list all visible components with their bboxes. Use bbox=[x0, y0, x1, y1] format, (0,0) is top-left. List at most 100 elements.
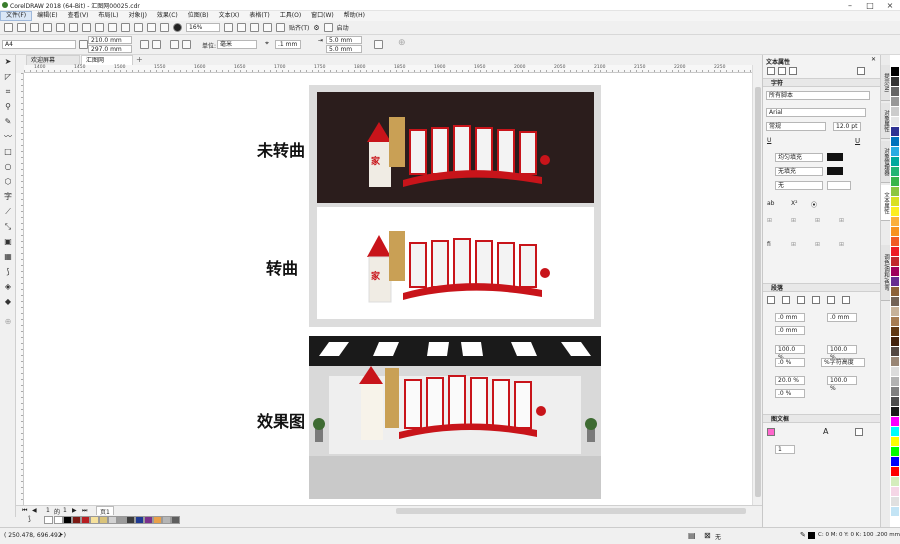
undo-icon[interactable] bbox=[95, 23, 104, 32]
palette-swatch[interactable] bbox=[108, 516, 117, 524]
color-swatch[interactable] bbox=[891, 427, 899, 437]
color-swatch[interactable] bbox=[891, 497, 899, 507]
export-icon[interactable] bbox=[147, 23, 156, 32]
color-swatch[interactable] bbox=[891, 137, 899, 147]
vertical-ruler[interactable] bbox=[16, 73, 24, 505]
rectangle-tool-icon[interactable]: □ bbox=[3, 147, 13, 157]
palette-swatch[interactable] bbox=[117, 516, 126, 524]
page-width-field[interactable]: 210.0 mm bbox=[88, 36, 132, 44]
color-swatch[interactable] bbox=[891, 127, 899, 137]
fill-type-select[interactable]: 均匀填充 bbox=[775, 153, 823, 162]
align-right-icon[interactable] bbox=[812, 296, 820, 304]
tab-document[interactable]: 汇图网00025.cdr bbox=[81, 55, 133, 74]
close-icon[interactable]: × bbox=[880, 0, 900, 11]
color-swatch[interactable] bbox=[891, 167, 899, 177]
color-swatch[interactable] bbox=[891, 417, 899, 427]
underline-icon[interactable]: U bbox=[767, 137, 771, 144]
color-swatch[interactable] bbox=[891, 307, 899, 317]
first-line-indent-field[interactable]: .0 mm bbox=[775, 313, 805, 322]
space-after-field[interactable]: .0 % bbox=[775, 358, 805, 367]
palette-swatch[interactable] bbox=[63, 516, 72, 524]
menu-tools[interactable]: 工具(O) bbox=[275, 11, 306, 21]
treat-as-filled-icon[interactable] bbox=[374, 40, 383, 49]
color-swatch[interactable] bbox=[891, 487, 899, 497]
frame-columns-field[interactable]: 1 bbox=[775, 445, 795, 454]
all-pages-icon[interactable] bbox=[170, 40, 179, 49]
color-swatch[interactable] bbox=[891, 407, 899, 417]
frame-size-icon[interactable] bbox=[855, 428, 863, 436]
menu-help[interactable]: 帮助(H) bbox=[339, 11, 370, 21]
open-icon[interactable] bbox=[17, 23, 26, 32]
artwork-dark-panel[interactable]: 家 bbox=[317, 92, 594, 203]
docker-settings-icon[interactable] bbox=[857, 67, 865, 75]
frame-tab-icon[interactable] bbox=[789, 67, 797, 75]
search-content-icon[interactable] bbox=[121, 23, 130, 32]
space-before-field[interactable]: 100.0 % bbox=[775, 345, 805, 361]
pick-tool-icon[interactable]: ➤ bbox=[3, 57, 13, 67]
color-swatch[interactable] bbox=[891, 197, 899, 207]
underline-style-icon[interactable]: U bbox=[855, 137, 860, 145]
menu-edit[interactable]: 编辑(E) bbox=[32, 11, 62, 21]
horizontal-ruler[interactable]: 1400 1450 1500 1550 1600 1650 1700 1750 … bbox=[24, 65, 752, 73]
last-page-icon[interactable]: ⏭ bbox=[82, 507, 87, 515]
rulers-icon[interactable] bbox=[237, 23, 246, 32]
bg-fill-select[interactable]: 无填充 bbox=[775, 167, 823, 176]
eyedropper-icon[interactable]: ⟆ bbox=[3, 267, 13, 277]
color-swatch[interactable] bbox=[891, 357, 899, 367]
minimize-icon[interactable]: – bbox=[840, 0, 860, 11]
font-style-select[interactable]: 常规 bbox=[766, 122, 826, 131]
artwork-white-panel[interactable]: 家 bbox=[317, 207, 594, 319]
options-gear-icon[interactable]: ⚙ bbox=[313, 24, 319, 32]
opentype-feature-icon[interactable]: ⊞ bbox=[815, 241, 820, 248]
landscape-icon[interactable] bbox=[152, 40, 161, 49]
color-swatch[interactable] bbox=[891, 157, 899, 167]
color-swatch[interactable] bbox=[891, 207, 899, 217]
guidelines-icon[interactable] bbox=[263, 23, 272, 32]
character-section-header[interactable]: 字符 bbox=[763, 78, 881, 87]
redo-icon[interactable] bbox=[108, 23, 117, 32]
palette-swatch[interactable] bbox=[171, 516, 180, 524]
tab-welcome[interactable]: 欢迎屏幕 bbox=[26, 55, 80, 65]
fraction-icon[interactable]: fi bbox=[767, 241, 771, 248]
font-size-field[interactable]: 12.0 pt bbox=[833, 122, 861, 131]
color-swatch[interactable] bbox=[891, 457, 899, 467]
menu-window[interactable]: 窗口(W) bbox=[306, 11, 339, 21]
text-fill-swatch[interactable] bbox=[827, 153, 843, 161]
superscript-icon[interactable]: X² bbox=[791, 200, 798, 207]
copy-icon[interactable] bbox=[69, 23, 78, 32]
maximize-icon[interactable]: □ bbox=[860, 0, 880, 11]
launch-icon[interactable] bbox=[323, 23, 333, 32]
menu-text[interactable]: 文本(X) bbox=[214, 11, 245, 21]
page-height-field[interactable]: 297.0 mm bbox=[88, 45, 132, 53]
polygon-tool-icon[interactable]: ⬡ bbox=[3, 177, 13, 187]
artwork-frame[interactable]: 家 家 bbox=[309, 85, 601, 327]
parallel-dimension-icon[interactable]: ⟋ bbox=[3, 207, 13, 217]
effect-render-image[interactable] bbox=[309, 336, 601, 499]
launch-dropdown[interactable]: 启动 bbox=[337, 23, 349, 32]
new-icon[interactable] bbox=[4, 23, 13, 32]
current-page-icon[interactable] bbox=[182, 40, 191, 49]
text-outline-select[interactable]: 无 bbox=[775, 181, 823, 190]
color-swatch[interactable] bbox=[891, 367, 899, 377]
color-swatch[interactable] bbox=[891, 467, 899, 477]
paragraph-section-header[interactable]: 段落 bbox=[763, 283, 881, 292]
add-tab-icon[interactable]: + bbox=[136, 55, 143, 65]
menu-bitmaps[interactable]: 位图(B) bbox=[183, 11, 214, 21]
force-justify-icon[interactable] bbox=[842, 296, 850, 304]
drop-shadow-icon[interactable]: ▣ bbox=[3, 237, 13, 247]
color-swatch[interactable] bbox=[891, 387, 899, 397]
page-size-select[interactable]: A4 bbox=[2, 40, 76, 49]
paragraph-tab-icon[interactable] bbox=[778, 67, 786, 75]
menu-object[interactable]: 对象(J) bbox=[123, 11, 151, 21]
artistic-media-icon[interactable]: 〰 bbox=[3, 132, 13, 142]
ellipse-tool-icon[interactable]: ○ bbox=[3, 162, 13, 172]
uppercase-icon[interactable]: ab bbox=[767, 200, 775, 207]
publish-pdf-icon[interactable] bbox=[160, 23, 169, 32]
color-swatch[interactable] bbox=[891, 147, 899, 157]
color-swatch[interactable] bbox=[891, 87, 899, 97]
spacing-units-select[interactable]: %字符高度 bbox=[821, 358, 865, 367]
color-swatch[interactable] bbox=[891, 477, 899, 487]
no-color-swatch[interactable] bbox=[44, 516, 53, 524]
duplicate-y-field[interactable]: 5.0 mm bbox=[326, 45, 362, 53]
bg-fill-swatch[interactable] bbox=[827, 167, 843, 175]
